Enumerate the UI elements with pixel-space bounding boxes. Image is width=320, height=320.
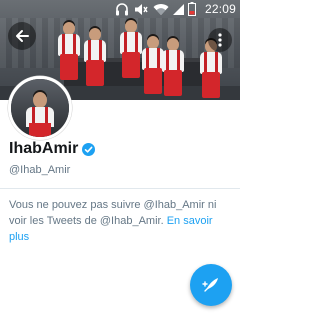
- headset-icon: [114, 2, 130, 16]
- profile-name-row: IhabAmir: [9, 140, 96, 158]
- avatar[interactable]: [8, 76, 72, 140]
- wifi-icon: [152, 2, 170, 16]
- profile-handle: @Ihab_Amir: [9, 164, 71, 176]
- status-bar: 22:09: [0, 0, 240, 18]
- mute-icon: [133, 2, 149, 16]
- display-name: IhabAmir: [9, 140, 79, 157]
- back-button[interactable]: [8, 22, 36, 50]
- status-time: 22:09: [204, 2, 236, 16]
- profile-screen: 22:09 IhabAmir @Ihab_Amir Vous ne pouvez…: [0, 0, 240, 320]
- compose-tweet-button[interactable]: [190, 264, 232, 306]
- overflow-menu-button[interactable]: [208, 28, 232, 52]
- overflow-menu-icon: [218, 33, 222, 47]
- compose-tweet-icon: [201, 275, 221, 295]
- verified-badge-icon: [82, 142, 96, 156]
- signal-icon: [171, 2, 185, 16]
- divider: [0, 188, 240, 189]
- back-arrow-icon: [14, 28, 30, 44]
- battery-icon: [186, 2, 198, 16]
- protected-account-notice: Vous ne pouvez pas suivre @Ihab_Amir ni …: [9, 197, 231, 245]
